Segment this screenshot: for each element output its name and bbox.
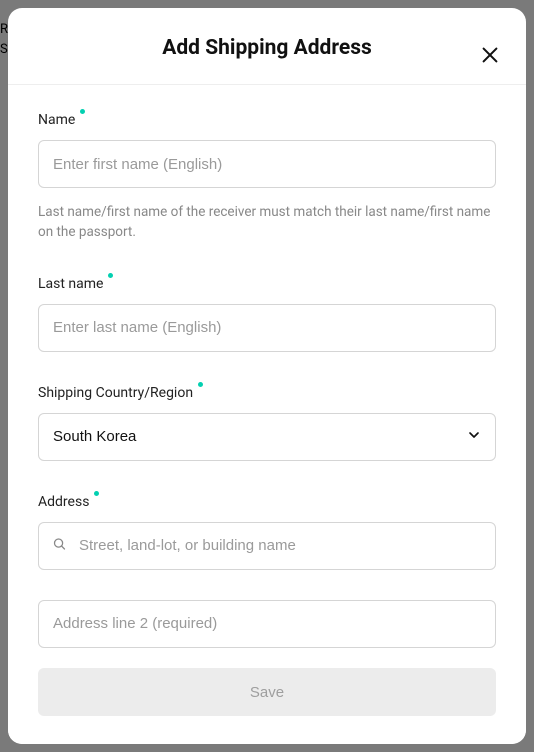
first-name-input[interactable] — [38, 140, 496, 188]
name-helper-text: Last name/first name of the receiver mus… — [38, 202, 496, 243]
save-button[interactable]: Save — [38, 668, 496, 716]
address2-field-group — [38, 600, 496, 648]
close-button[interactable] — [478, 44, 502, 68]
required-dot-icon — [198, 382, 203, 387]
last-name-input[interactable] — [38, 304, 496, 352]
address-field-group: Address — [38, 491, 496, 570]
shipping-address-modal: Add Shipping Address Name Last name/firs… — [8, 8, 526, 744]
modal-footer: Save — [8, 652, 526, 744]
last-name-label: Last name — [38, 276, 103, 292]
country-field-group: Shipping Country/Region South Korea — [38, 382, 496, 461]
modal-header: Add Shipping Address — [8, 8, 526, 85]
required-dot-icon — [80, 109, 85, 114]
country-select[interactable]: South Korea — [38, 413, 496, 461]
country-label: Shipping Country/Region — [38, 385, 193, 401]
address-label: Address — [38, 494, 89, 510]
modal-body[interactable]: Name Last name/first name of the receive… — [8, 85, 526, 652]
address-search-input[interactable] — [38, 522, 496, 570]
modal-title: Add Shipping Address — [32, 36, 502, 60]
required-dot-icon — [94, 491, 99, 496]
required-dot-icon — [108, 273, 113, 278]
close-icon — [479, 44, 501, 69]
name-field-group: Name Last name/first name of the receive… — [38, 109, 496, 243]
address-line-2-input[interactable] — [38, 600, 496, 648]
name-label: Name — [38, 112, 75, 128]
last-name-field-group: Last name — [38, 273, 496, 352]
